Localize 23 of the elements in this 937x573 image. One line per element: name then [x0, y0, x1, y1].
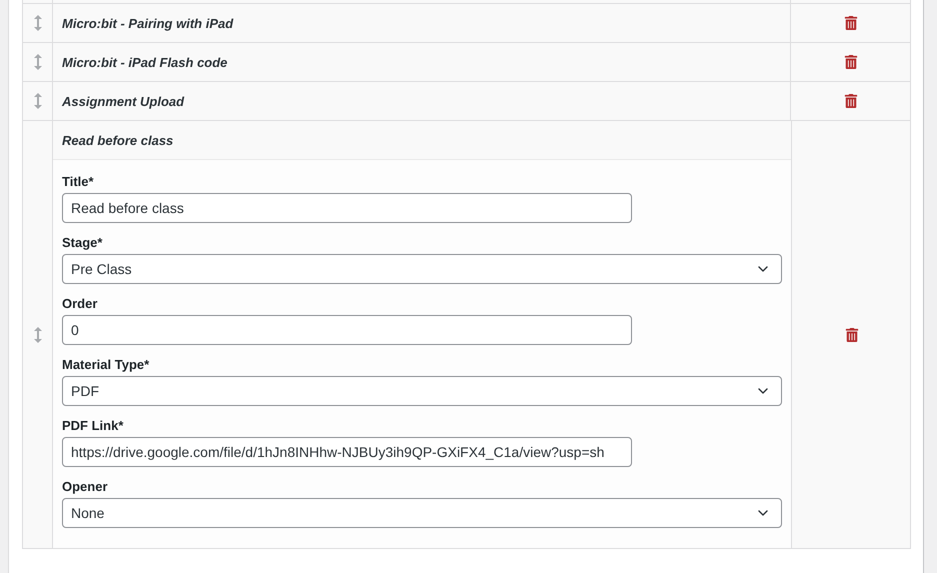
item-header[interactable]: Micro:bit - Pairing with iPad	[53, 4, 790, 42]
field-label: Stage*	[62, 235, 104, 250]
delete-button[interactable]	[844, 328, 858, 342]
select-field[interactable]: None	[62, 498, 782, 528]
field-label: Material Type*	[62, 357, 150, 372]
field-label: Opener	[62, 479, 109, 494]
delete-button[interactable]	[844, 16, 858, 30]
item-header[interactable]: Micro:bit - iPad Flash code	[53, 43, 790, 81]
field-label: PDF Link*	[62, 418, 124, 433]
field-label: Title*	[62, 174, 95, 189]
select-field[interactable]: Pre Class	[62, 254, 782, 284]
drag-handle-icon[interactable]	[34, 15, 42, 31]
drag-handle-icon[interactable]	[34, 326, 42, 342]
text-field[interactable]: 0	[62, 315, 632, 345]
field-label: Order	[62, 296, 98, 311]
delete-button[interactable]	[844, 94, 858, 108]
drag-handle-icon[interactable]	[34, 93, 42, 109]
text-field[interactable]: https://drive.google.com/file/d/1hJn8INHhw-NJBUy3ih9QP-GXiFX4_C1a/view?usp=sh	[62, 437, 632, 467]
drag-handle-icon[interactable]	[34, 54, 42, 70]
select-field[interactable]: PDF	[62, 376, 782, 406]
item-header[interactable]: Assignment Upload	[53, 82, 790, 120]
text-field[interactable]: Read before class	[62, 193, 632, 223]
delete-button[interactable]	[844, 55, 858, 69]
